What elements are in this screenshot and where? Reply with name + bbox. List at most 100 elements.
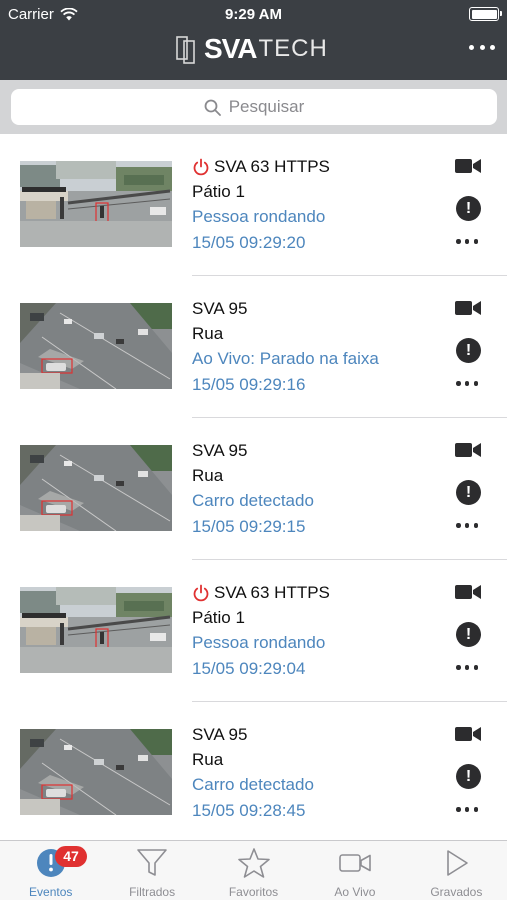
dot-icon (473, 523, 478, 528)
tab-label: Ao Vivo (334, 885, 376, 899)
event-type: Carro detectado (192, 775, 314, 794)
event-thumbnail[interactable] (20, 161, 172, 247)
camera-snapshot-street (20, 445, 172, 531)
dot-icon (473, 807, 478, 812)
dot-icon (473, 239, 478, 244)
tab-ao-vivo[interactable]: Ao Vivo (304, 841, 405, 900)
tab-favoritos[interactable]: Favoritos (203, 841, 304, 900)
alert-icon[interactable]: ! (456, 196, 481, 221)
dot-icon (490, 44, 495, 50)
more-options-button[interactable] (456, 665, 478, 671)
event-thumbnail[interactable] (20, 303, 172, 389)
event-time: 15/05 09:29:15 (192, 516, 306, 536)
dot-icon (473, 665, 478, 670)
event-thumbnail[interactable] (20, 445, 172, 531)
dot-icon (456, 523, 461, 528)
notification-badge: 47 (55, 846, 87, 867)
event-camera: SVA 95 (192, 296, 437, 322)
event-place: Pátio 1 (192, 181, 245, 201)
tab-eventos[interactable]: Eventos 47 (0, 841, 101, 900)
event-camera: SVA 95 (192, 438, 437, 464)
event-details: SVA 63 HTTPS Pátio 1 Pessoa rondando 15/… (192, 154, 437, 256)
dot-icon (479, 44, 485, 50)
dot-icon (456, 381, 461, 386)
event-type: Pessoa rondando (192, 633, 326, 652)
logo-text-bold: SVA (204, 33, 257, 64)
event-type: Pessoa rondando (192, 207, 326, 226)
event-camera-name: SVA 95 (192, 298, 248, 318)
event-camera-name: SVA 63 HTTPS (214, 582, 330, 602)
alert-icon[interactable]: ! (456, 338, 481, 363)
event-time: 15/05 09:29:20 (192, 232, 306, 252)
play-icon (439, 847, 473, 879)
event-row[interactable]: SVA 95 Rua Carro detectado 15/05 09:29:1… (0, 418, 507, 560)
video-camera-icon[interactable] (454, 582, 482, 602)
event-list: SVA 63 HTTPS Pátio 1 Pessoa rondando 15/… (0, 134, 507, 844)
dot-icon (464, 239, 470, 244)
event-thumbnail[interactable] (20, 729, 172, 815)
event-details: SVA 95 Rua Carro detectado 15/05 09:29:1… (192, 438, 437, 540)
more-options-button[interactable] (456, 523, 478, 529)
search-placeholder: Pesquisar (228, 97, 305, 116)
event-type: Carro detectado (192, 491, 314, 510)
power-offline-icon (193, 584, 209, 602)
tab-bar: Eventos 47 Filtrados Favoritos Ao Vivo G… (0, 840, 507, 900)
event-time: 15/05 09:29:16 (192, 374, 306, 394)
search-input[interactable]: Pesquisar (11, 89, 497, 125)
dot-icon (464, 381, 470, 386)
event-camera-name: SVA 95 (192, 440, 248, 460)
event-place: Rua (192, 465, 224, 485)
top-bar: Carrier 9:29 AM SVA TECH (0, 0, 507, 80)
dot-icon (456, 807, 461, 812)
dot-icon (464, 665, 470, 670)
video-camera-icon[interactable] (454, 440, 482, 460)
camera-snapshot-patio (20, 587, 172, 673)
event-details: SVA 63 HTTPS Pátio 1 Pessoa rondando 15/… (192, 580, 437, 682)
event-place: Rua (192, 749, 224, 769)
more-options-button[interactable] (456, 239, 478, 245)
event-place: Pátio 1 (192, 607, 245, 627)
event-type: Ao Vivo: Parado na faixa (192, 349, 379, 368)
dot-icon (456, 239, 461, 244)
video-icon (338, 847, 372, 879)
event-camera: SVA 95 (192, 722, 437, 748)
status-bar: Carrier 9:29 AM (0, 4, 507, 24)
video-camera-icon[interactable] (454, 298, 482, 318)
dot-icon (473, 381, 478, 386)
dot-icon (464, 523, 470, 528)
alert-icon[interactable]: ! (456, 764, 481, 789)
alert-icon[interactable]: ! (456, 480, 481, 505)
alert-icon[interactable]: ! (456, 622, 481, 647)
dot-icon (456, 665, 461, 670)
event-row[interactable]: SVA 63 HTTPS Pátio 1 Pessoa rondando 15/… (0, 560, 507, 702)
camera-snapshot-street (20, 729, 172, 815)
event-row[interactable]: SVA 63 HTTPS Pátio 1 Pessoa rondando 15/… (0, 134, 507, 276)
event-camera: SVA 63 HTTPS (192, 154, 437, 180)
camera-snapshot-street (20, 303, 172, 389)
logo-text-light: TECH (258, 35, 328, 62)
tab-label: Gravados (430, 885, 483, 899)
event-camera-name: SVA 63 HTTPS (214, 156, 330, 176)
search-icon (204, 99, 221, 116)
event-row[interactable]: SVA 95 Rua Ao Vivo: Parado na faixa 15/0… (0, 276, 507, 418)
event-row[interactable]: SVA 95 Rua Carro detectado 15/05 09:28:4… (0, 702, 507, 844)
more-options-button[interactable] (456, 381, 478, 387)
star-icon (237, 847, 271, 879)
search-bar-container: Pesquisar (0, 80, 507, 134)
filter-icon (135, 847, 169, 879)
video-camera-icon[interactable] (454, 156, 482, 176)
tab-filtrados[interactable]: Filtrados (101, 841, 202, 900)
tab-label: Eventos (29, 885, 73, 899)
event-camera-name: SVA 95 (192, 724, 248, 744)
video-camera-icon[interactable] (454, 724, 482, 744)
power-offline-icon (193, 158, 209, 176)
status-time: 9:29 AM (225, 6, 282, 23)
dot-icon (469, 44, 474, 50)
more-menu-button[interactable] (469, 40, 495, 54)
more-options-button[interactable] (456, 807, 478, 813)
event-thumbnail[interactable] (20, 587, 172, 673)
event-details: SVA 95 Rua Carro detectado 15/05 09:28:4… (192, 722, 437, 824)
tab-gravados[interactable]: Gravados (406, 841, 507, 900)
tab-label: Filtrados (129, 885, 176, 899)
event-details: SVA 95 Rua Ao Vivo: Parado na faixa 15/0… (192, 296, 437, 398)
